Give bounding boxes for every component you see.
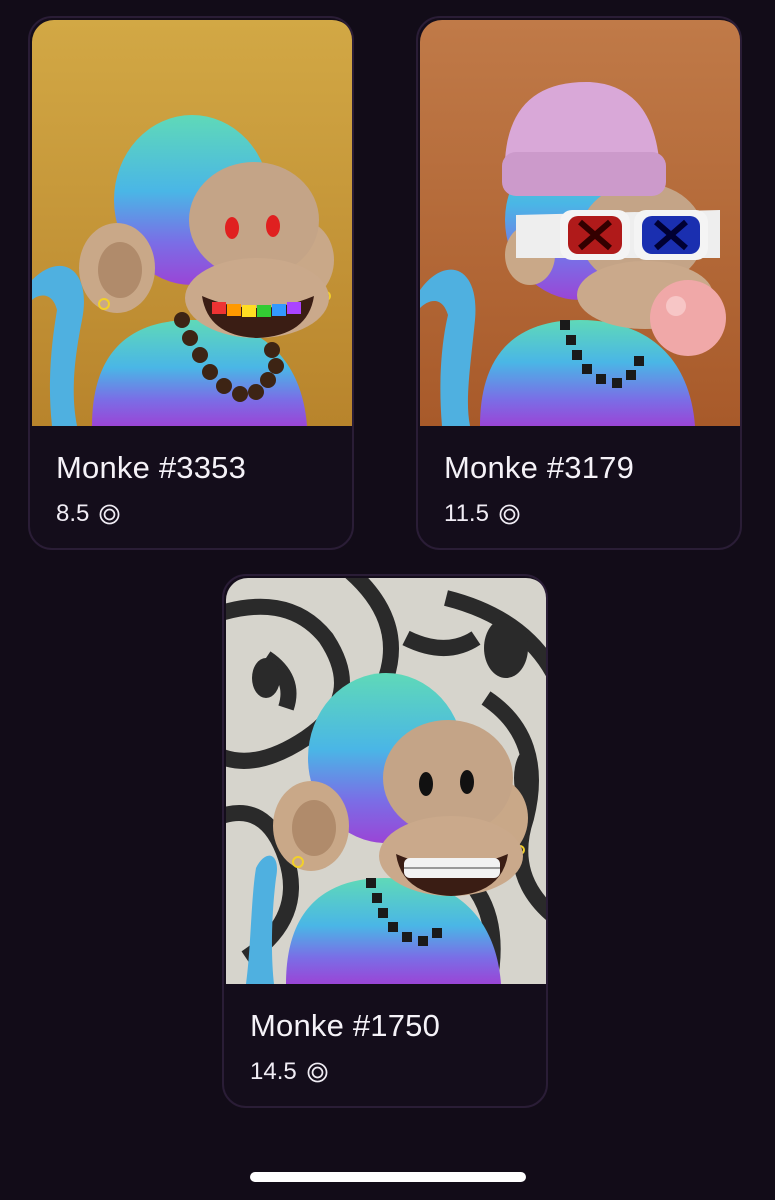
nft-card-1750[interactable]: Monke #1750 14.5: [222, 574, 548, 1108]
nft-price: 11.5: [444, 500, 520, 528]
nft-image: [226, 578, 546, 984]
price-value: 11.5: [444, 500, 489, 527]
nft-name: Monke #3179: [444, 450, 635, 485]
price-value: 8.5: [56, 500, 90, 527]
nft-card-3179[interactable]: Monke #3179 11.5: [416, 16, 742, 550]
home-indicator[interactable]: [250, 1172, 526, 1182]
nft-name: Monke #1750: [250, 1008, 441, 1043]
nft-image: [420, 20, 740, 426]
price-value: 14.5: [250, 1058, 297, 1085]
nft-price: 8.5: [56, 500, 120, 528]
coin-icon: [307, 1062, 328, 1083]
nft-image: [32, 20, 352, 426]
coin-icon: [499, 504, 520, 525]
nft-price: 14.5: [250, 1058, 328, 1086]
nft-card-3353[interactable]: Monke #3353 8.5: [28, 16, 354, 550]
nft-name: Monke #3353: [56, 450, 247, 485]
coin-icon: [99, 504, 120, 525]
